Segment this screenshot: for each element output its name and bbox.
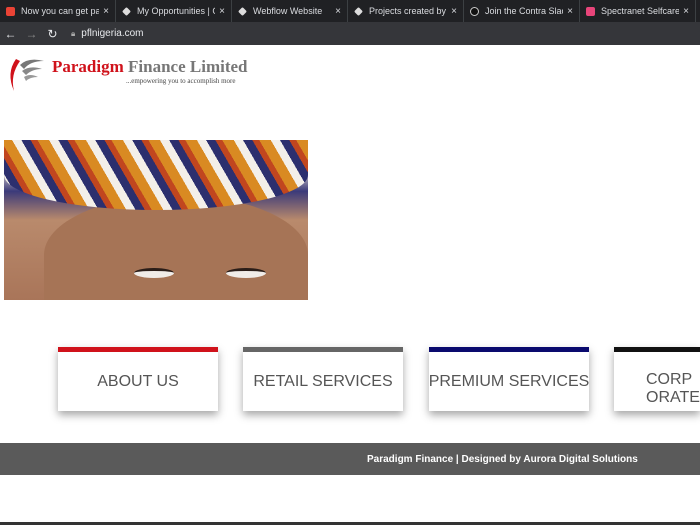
browser-tab[interactable]: Webflow Website × [232,0,348,22]
browser-tab[interactable]: Projects created by Pa× [348,0,464,22]
tagline: ...empowering you to accomplish more [126,77,236,85]
back-icon[interactable]: ← [0,27,21,41]
forward-icon[interactable]: → [21,27,42,41]
corporate-card[interactable]: CORPORATE [614,347,700,411]
browser-tab-strip: Now you can get paid × My Opportunities |… [0,0,700,22]
close-icon[interactable]: × [335,6,341,17]
circle-icon [470,6,479,16]
footer: Paradigm Finance | Designed by Aurora Di… [0,443,700,475]
lock-icon: 🔒︎ [71,28,76,38]
close-icon[interactable]: × [219,6,225,17]
browser-tab[interactable]: Join the Contra Slack × [464,0,580,22]
spectranet-icon [586,6,595,16]
close-icon[interactable]: × [683,6,689,17]
address-bar: ← → ↻ 🔒︎ pflnigeria.com [0,22,700,45]
contra-icon [354,6,363,16]
about-us-card[interactable]: ABOUT US [58,347,218,411]
browser-tab[interactable]: My Opportunities | Co× [116,0,232,22]
contra-icon [122,6,131,16]
browser-tab[interactable]: Spectranet Selfcare × [580,0,696,22]
brand-name: Paradigm Finance Limited [52,57,248,76]
gmail-icon [6,6,15,16]
retail-services-card[interactable]: RETAIL SERVICES [243,347,403,411]
hero-image [4,140,308,300]
logo-mark-icon [10,59,44,91]
close-icon[interactable]: × [103,6,109,17]
site-logo[interactable]: Paradigm Finance Limited ...empowering y… [6,55,248,93]
close-icon[interactable]: × [567,6,573,17]
contra-icon [238,6,247,16]
url-field[interactable]: 🔒︎ pflnigeria.com [71,28,144,39]
browser-tab[interactable]: Now you can get paid × [0,0,116,22]
close-icon[interactable]: × [451,6,457,17]
reload-icon[interactable]: ↻ [42,27,63,41]
premium-services-card[interactable]: PREMIUM SERVICES [429,347,589,411]
